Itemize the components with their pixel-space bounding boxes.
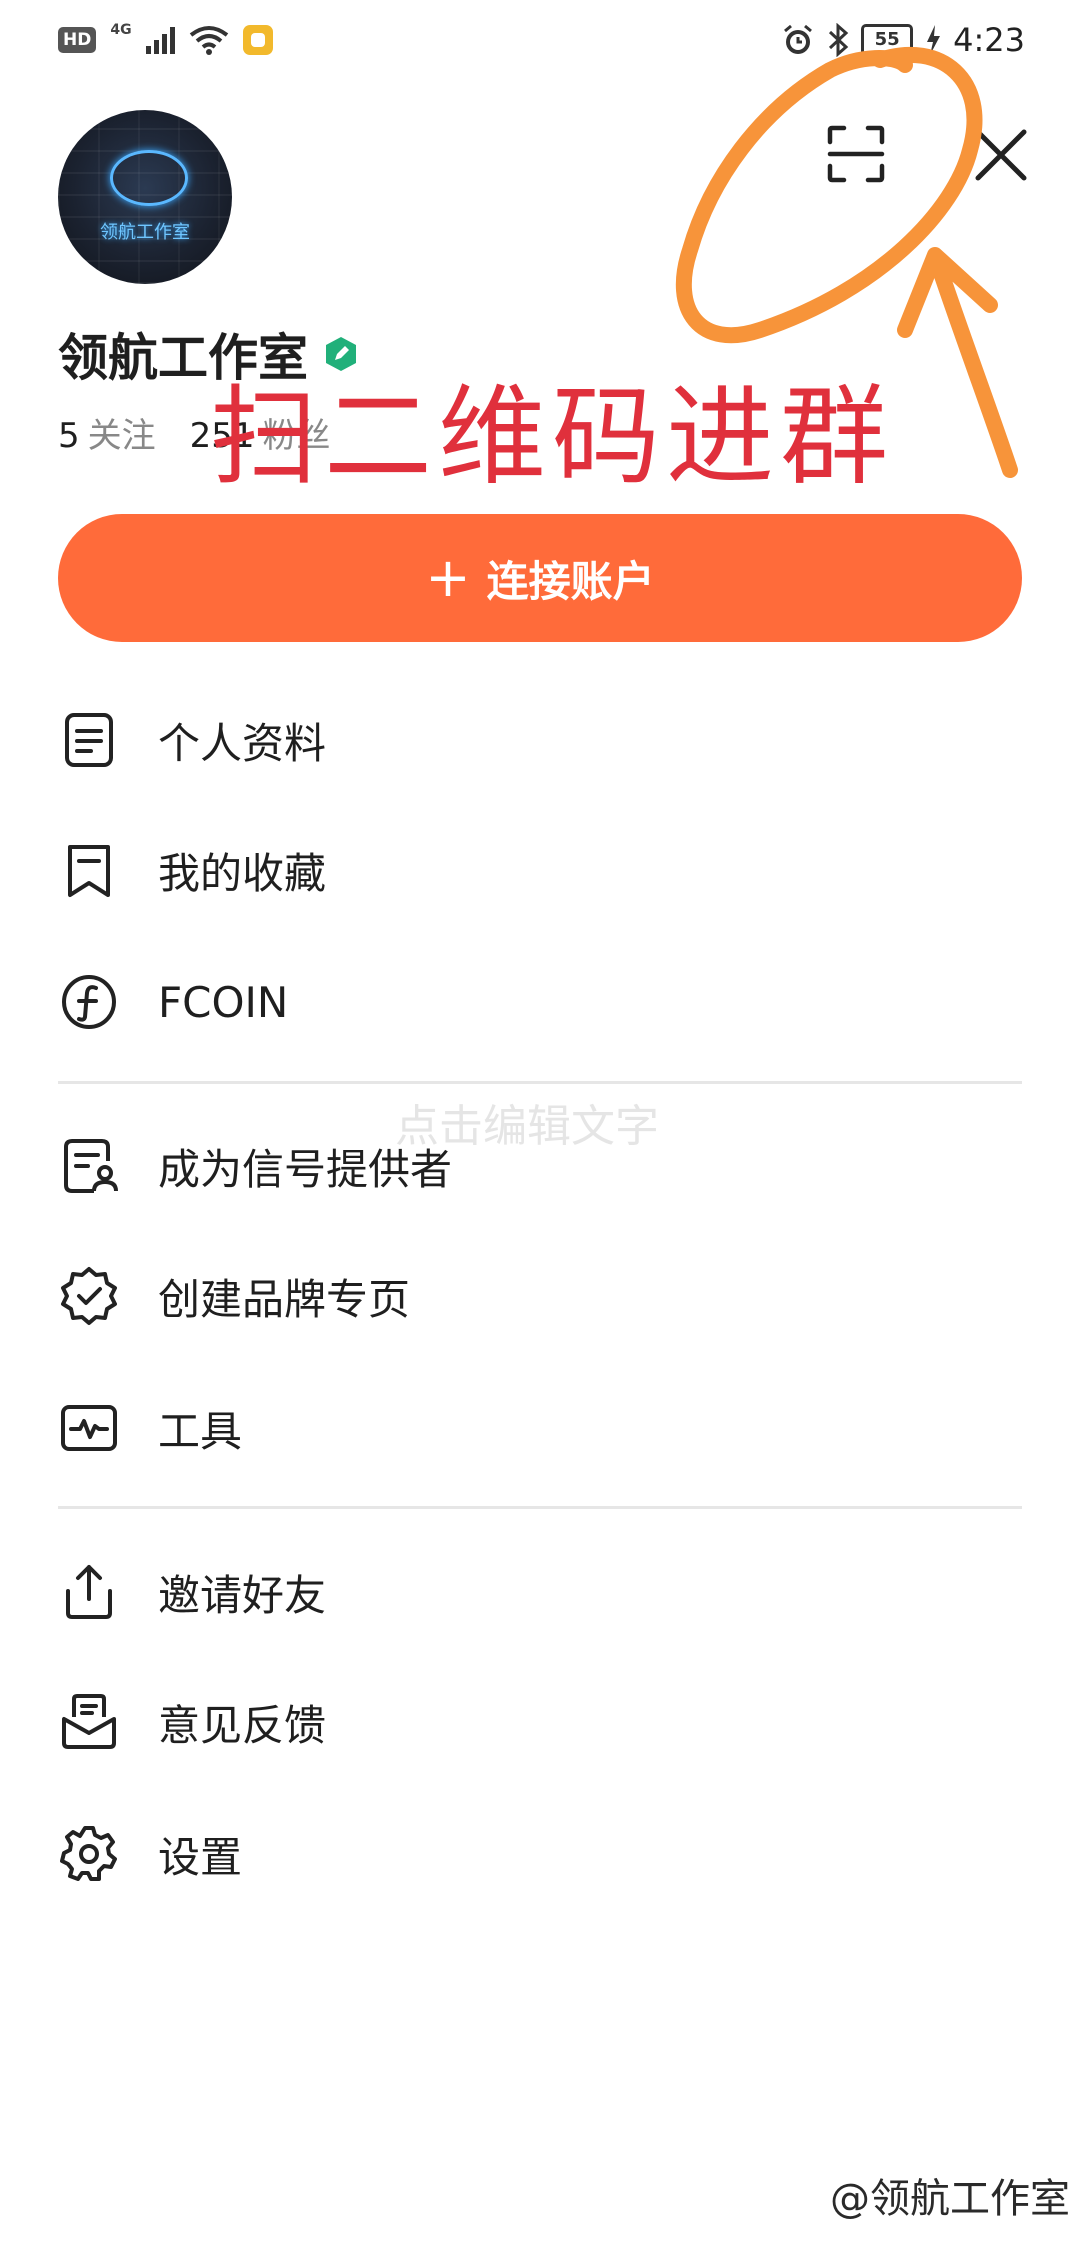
badge-check-icon <box>61 1267 117 1325</box>
signal-icon <box>145 26 175 54</box>
menu-item-favorites[interactable]: 我的收藏 <box>58 830 326 910</box>
divider <box>58 1081 1022 1084</box>
menu-label: 设置 <box>158 1832 243 1882</box>
avatar-logo-text: 领航工作室 <box>100 222 190 243</box>
connect-account-label: 连接账户 <box>486 556 655 606</box>
menu-label: 工具 <box>158 1406 243 1456</box>
annotation-arrow <box>897 247 1018 478</box>
close-icon[interactable] <box>970 124 1032 186</box>
menu-item-tools[interactable]: 工具 <box>58 1388 242 1468</box>
following-count: 5 <box>58 416 80 456</box>
connect-account-button[interactable]: + 连接账户 <box>58 514 1022 642</box>
menu-item-feedback[interactable]: 意见反馈 <box>58 1682 326 1762</box>
app-notification-icon <box>242 25 273 55</box>
status-bar: HD 4G 55 4:23 <box>0 0 1080 80</box>
battery-level: 55 <box>861 24 914 56</box>
following-stat[interactable]: 5 关注 <box>58 408 156 457</box>
activity-chart-icon <box>61 1405 117 1451</box>
menu-label: 意见反馈 <box>158 1700 327 1750</box>
document-icon <box>65 713 113 767</box>
status-bar-right: 55 4:23 <box>781 21 1025 59</box>
corner-watermark: @领航工作室 <box>830 2176 1070 2222</box>
charging-icon <box>927 25 941 55</box>
following-label: 关注 <box>87 416 156 456</box>
menu-label: 我的收藏 <box>158 848 327 898</box>
plus-icon: + <box>425 546 471 609</box>
bookmark-icon <box>68 845 110 897</box>
menu-item-fcoin[interactable]: FCOIN <box>58 962 288 1042</box>
network-type: 4G <box>110 22 132 38</box>
menu-label: FCOIN <box>158 977 289 1027</box>
scan-qr-icon[interactable] <box>826 124 886 184</box>
wifi-icon <box>189 26 228 55</box>
menu-item-profile[interactable]: 个人资料 <box>58 700 326 780</box>
avatar[interactable]: 领航工作室 <box>58 110 232 284</box>
menu-label: 个人资料 <box>158 718 327 768</box>
alarm-icon <box>784 24 813 54</box>
menu-item-settings[interactable]: 设置 <box>58 1814 242 1894</box>
hd-badge: HD <box>58 27 97 53</box>
clock: 4:23 <box>953 21 1025 59</box>
divider <box>58 1506 1022 1509</box>
edit-text-watermark: 点击编辑文字 <box>395 1101 659 1152</box>
share-icon <box>66 1565 112 1619</box>
status-bar-left: HD 4G <box>58 22 273 58</box>
annotation-text: 扫二维码进群 <box>210 375 895 500</box>
fcoin-icon <box>62 975 116 1029</box>
menu-label: 创建品牌专页 <box>158 1274 411 1324</box>
menu-item-brand-page[interactable]: 创建品牌专页 <box>58 1256 410 1336</box>
annotation-circle <box>675 46 983 344</box>
menu-item-invite[interactable]: 邀请好友 <box>58 1552 326 1632</box>
bluetooth-icon <box>829 23 849 57</box>
menu-label: 邀请好友 <box>158 1570 327 1620</box>
settings-icon <box>60 1826 117 1881</box>
feedback-icon <box>62 1694 116 1749</box>
avatar-logo-ring <box>110 150 188 206</box>
menu-item-signal-provider[interactable]: 成为信号提供者 <box>58 1126 452 1206</box>
signal-provider-icon <box>64 1139 118 1193</box>
